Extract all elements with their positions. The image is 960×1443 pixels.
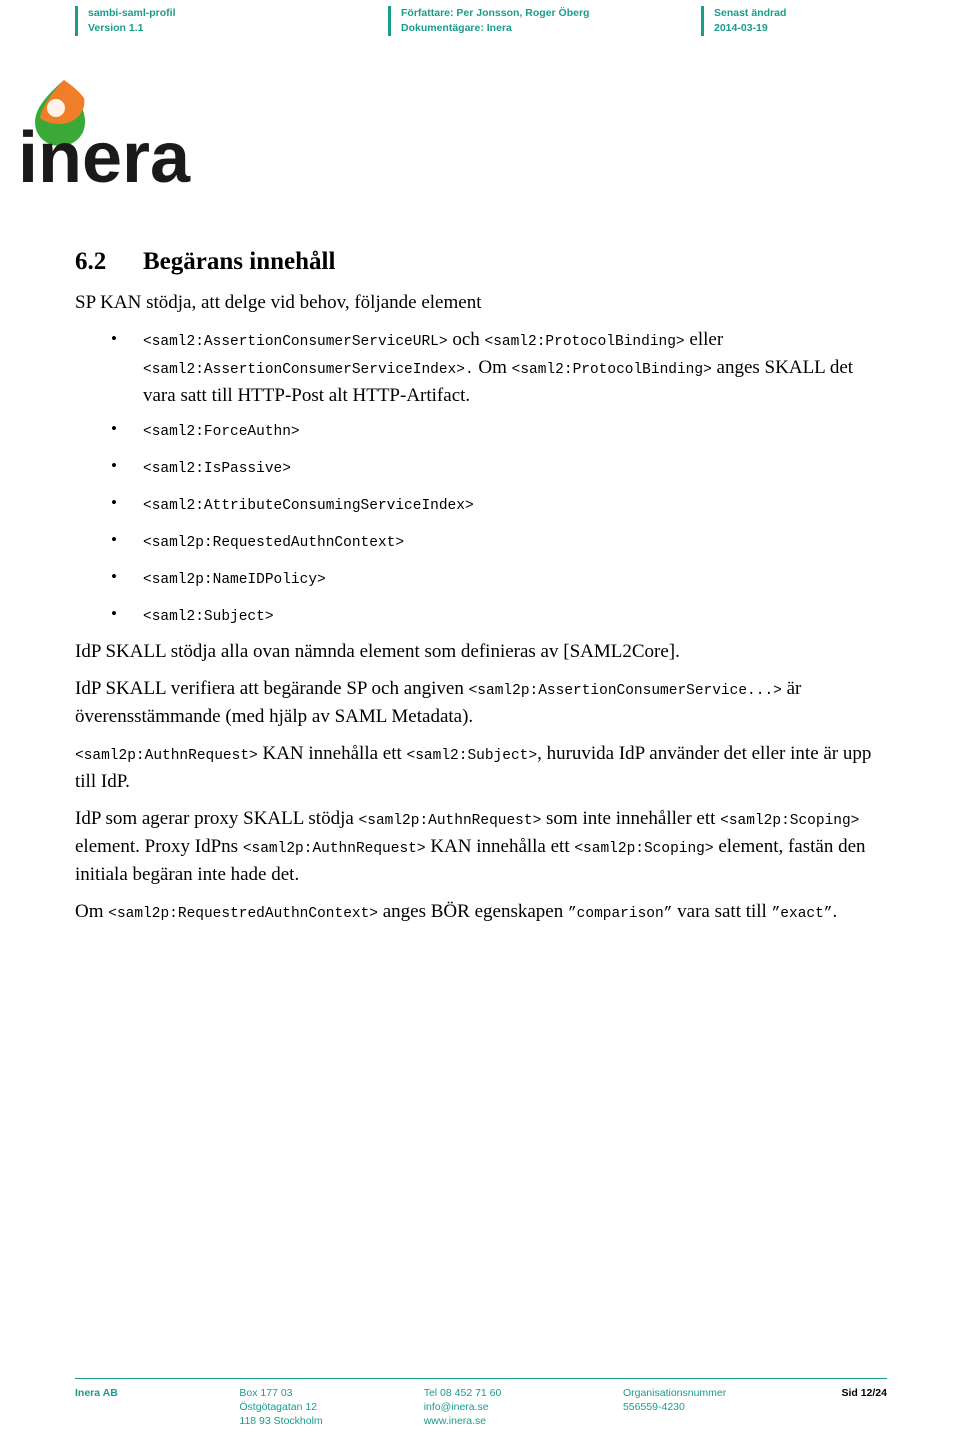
header-modified-label: Senast ändrad <box>714 7 787 19</box>
text-span: IdP SKALL verifiera att begärande SP och… <box>75 678 469 699</box>
code-span: <saml2:AssertionConsumerServiceIndex>. <box>143 362 474 378</box>
code-span: <saml2p:AuthnRequest> <box>242 841 426 857</box>
footer-address: Box 177 03 Östgötagatan 12 118 93 Stockhol… <box>239 1386 423 1428</box>
text-span: och <box>447 329 485 350</box>
header-doc-name: sambi-saml-profil <box>88 7 176 19</box>
code-span: ”exact” <box>771 906 833 922</box>
header-owner: Dokumentägare: Inera <box>401 22 512 34</box>
body-paragraph: <saml2p:AuthnRequest> KAN innehålla ett … <box>75 741 887 794</box>
text-span: eller <box>684 329 724 350</box>
code-span: <saml2:ForceAuthn> <box>143 424 300 440</box>
header-modified-info: Senast ändrad 2014-03-19 <box>701 6 854 36</box>
code-span: <saml2:ProtocolBinding> <box>484 334 685 350</box>
body-paragraph: IdP som agerar proxy SKALL stödja <saml2… <box>75 806 887 887</box>
body-paragraph: Om <saml2p:RequestredAuthnContext> anges… <box>75 899 887 927</box>
body-paragraph: IdP SKALL stödja alla ovan nämnda elemen… <box>75 639 887 664</box>
footer-company: Inera AB <box>75 1386 239 1428</box>
footer-page-number: Sid 12/24 <box>807 1386 887 1428</box>
list-item: <saml2p:NameIDPolicy> <box>75 564 887 593</box>
code-span: <saml2:AssertionConsumerServiceURL> <box>143 334 448 350</box>
header-author-info: Författare: Per Jonsson, Roger Öberg Dok… <box>388 6 701 36</box>
inera-logo: inera <box>18 78 208 198</box>
logo-wordmark: inera <box>18 118 191 188</box>
page-footer: Inera AB Box 177 03 Östgötagatan 12 118 93… <box>75 1378 887 1428</box>
footer-page-line: Sid 12/24 <box>841 1387 887 1399</box>
text-span: Om <box>75 901 109 922</box>
text-span: Om <box>473 357 512 378</box>
code-span: <saml2p:AssertionConsumerService...> <box>468 683 782 699</box>
document-content: 6.2 Begärans innehåll SP KAN stödja, att… <box>75 248 887 939</box>
code-span: <saml2p:NameIDPolicy> <box>143 572 326 588</box>
inera-logo-svg: inera <box>18 80 191 198</box>
code-span: ”comparison” <box>567 906 673 922</box>
header-doc-version: Version 1.1 <box>88 22 144 34</box>
footer-org-line: 556559-4230 <box>622 1401 685 1413</box>
footer-company-line: Inera AB <box>75 1387 118 1399</box>
page-header: sambi-saml-profil Version 1.1 Författare… <box>75 6 887 36</box>
code-span: <saml2:IsPassive> <box>143 461 291 477</box>
text-span: som inte innehåller ett <box>541 808 721 829</box>
footer-contact-line: Tel 08 452 71 60 <box>423 1387 502 1399</box>
text-span: KAN innehålla ett <box>257 743 407 764</box>
footer-contact: Tel 08 452 71 60 info@inera.se www.inera.s… <box>424 1386 623 1428</box>
footer-contact-line: www.inera.se <box>423 1415 487 1427</box>
footer-address-line: Östgötagatan 12 <box>239 1401 318 1413</box>
header-document-info: sambi-saml-profil Version 1.1 <box>75 6 388 36</box>
footer-contact-line: info@inera.se <box>423 1401 489 1413</box>
text-span: vara satt till <box>672 901 772 922</box>
text-span: KAN innehålla ett <box>425 836 575 857</box>
text-span: . <box>832 901 838 922</box>
list-item: <saml2:IsPassive> <box>75 453 887 482</box>
footer-org-number: Organisationsnummer 556559-4230 <box>623 1386 807 1428</box>
code-span: <saml2p:RequestedAuthnContext> <box>143 535 405 551</box>
section-title-text: Begärans innehåll <box>143 248 336 275</box>
text-span: anges BÖR egenskapen <box>378 901 568 922</box>
code-span: <saml2p:RequestredAuthnContext> <box>108 906 378 922</box>
page-title: 6.2 Begärans innehåll <box>75 248 887 276</box>
text-span: IdP SKALL stödja alla ovan nämnda elemen… <box>75 641 680 662</box>
header-modified-date: 2014-03-19 <box>714 22 768 34</box>
footer-address-line: 118 93 Stockholm <box>239 1415 323 1427</box>
text-span: IdP som agerar proxy SKALL stödja <box>75 808 359 829</box>
code-span: <saml2:Subject> <box>406 748 538 764</box>
list-item: <saml2:ForceAuthn> <box>75 416 887 445</box>
section-number: 6.2 <box>75 248 107 275</box>
footer-address-line: Box 177 03 <box>239 1387 293 1399</box>
code-span: <saml2p:Scoping> <box>720 813 860 829</box>
footer-org-line: Organisationsnummer <box>622 1387 727 1399</box>
body-paragraph: IdP SKALL verifiera att begärande SP och… <box>75 676 887 729</box>
list-item: <saml2:AttributeConsumingServiceIndex> <box>75 490 887 519</box>
list-item: <saml2p:RequestedAuthnContext> <box>75 527 887 556</box>
section-intro: SP KAN stödja, att delge vid behov, följ… <box>75 292 482 313</box>
paragraph-block: IdP SKALL stödja alla ovan nämnda elemen… <box>75 639 887 927</box>
code-span: <saml2:AttributeConsumingServiceIndex> <box>143 498 474 514</box>
code-span: <saml2p:Scoping> <box>574 841 714 857</box>
list-item: <saml2:AssertionConsumerServiceURL> och … <box>75 326 887 408</box>
code-span: <saml2:Subject> <box>143 609 274 625</box>
header-authors: Författare: Per Jonsson, Roger Öberg <box>401 7 590 19</box>
code-span: <saml2p:AuthnRequest> <box>75 748 258 764</box>
text-span: element. Proxy IdPns <box>75 836 243 857</box>
list-item: <saml2:Subject> <box>75 601 887 630</box>
element-bullet-list: <saml2:AssertionConsumerServiceURL> och … <box>75 326 887 630</box>
code-span: <saml2p:AuthnRequest> <box>358 813 542 829</box>
code-span: <saml2:ProtocolBinding> <box>511 362 712 378</box>
